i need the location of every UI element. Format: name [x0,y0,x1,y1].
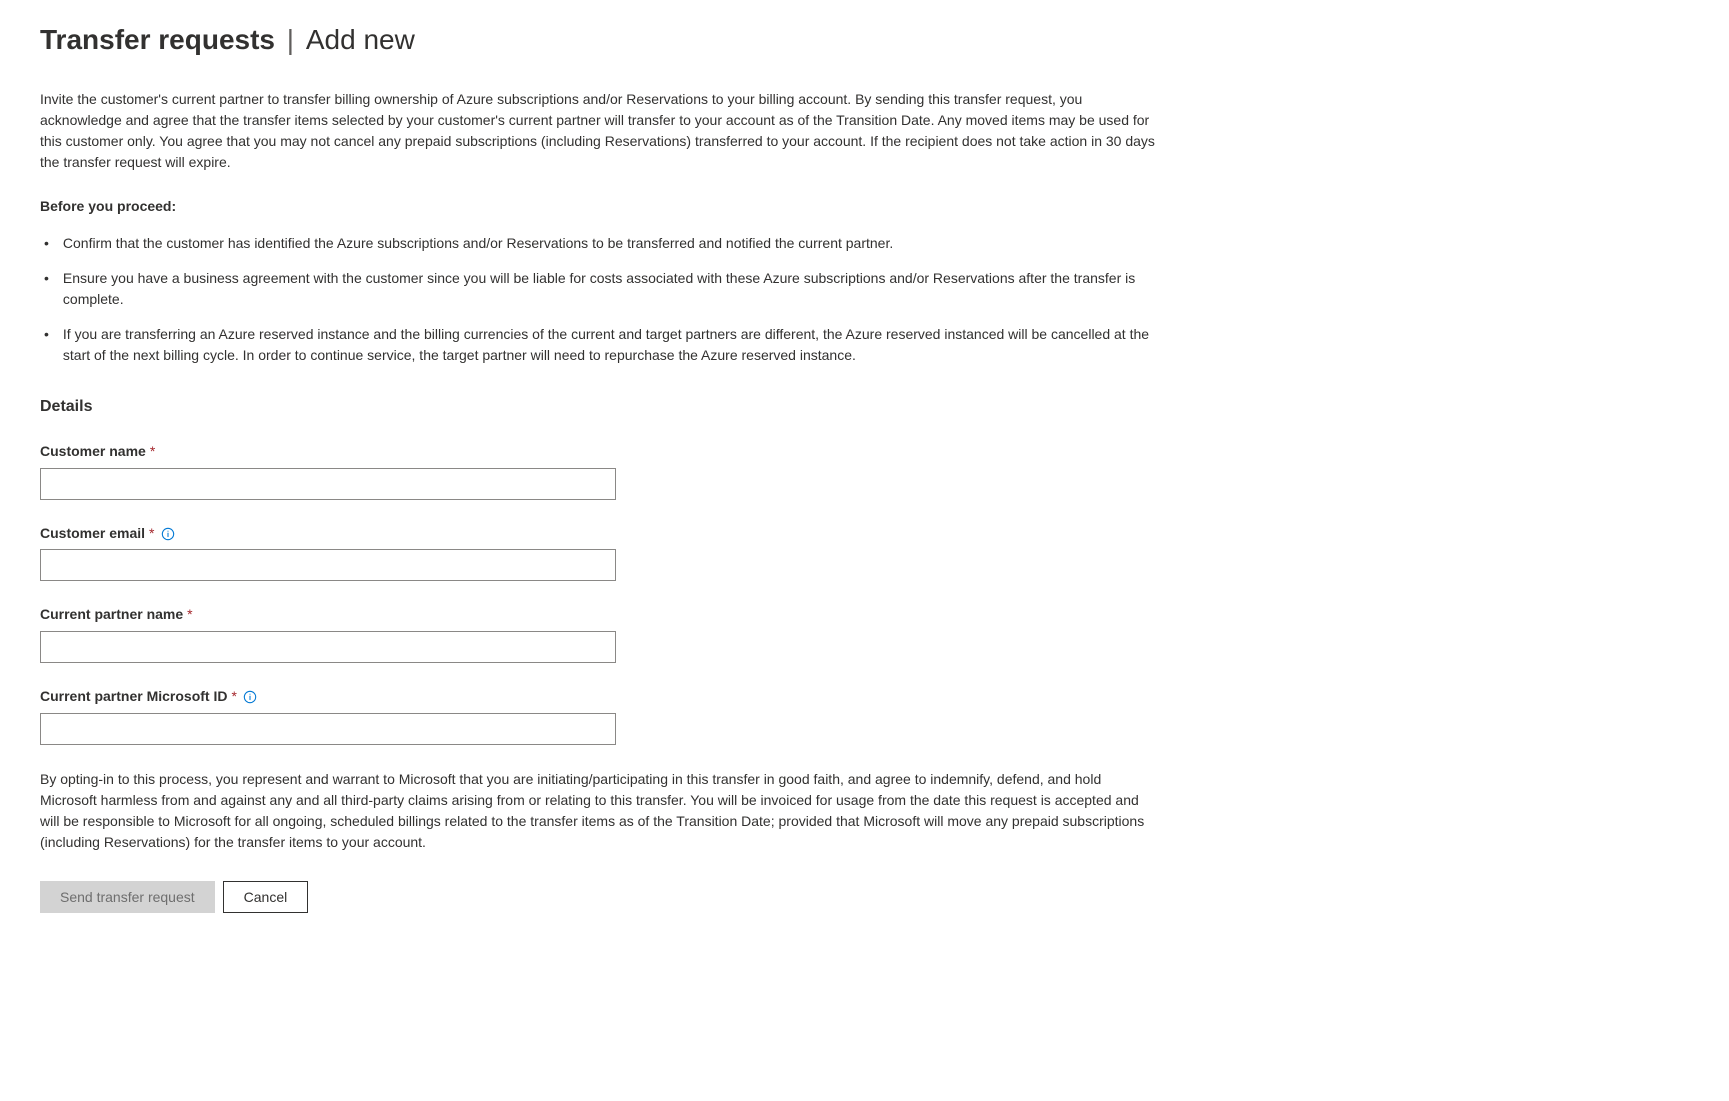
customer-email-input[interactable] [40,549,616,581]
send-transfer-request-button[interactable]: Send transfer request [40,881,215,913]
bullet-text: If you are transferring an Azure reserve… [63,324,1160,366]
customer-email-label: Customer email [40,524,145,544]
before-proceed-bullets: Confirm that the customer has identified… [40,233,1160,366]
info-icon[interactable] [243,690,257,704]
title-separator: | [279,24,302,55]
customer-name-input[interactable] [40,468,616,500]
bullet-text: Confirm that the customer has identified… [63,233,893,254]
partner-msid-label: Current partner Microsoft ID [40,687,227,707]
bullet-text: Ensure you have a business agreement wit… [63,268,1160,310]
cancel-button[interactable]: Cancel [223,881,309,913]
details-heading: Details [40,396,1689,418]
page-title-main: Transfer requests [40,24,275,55]
bullet-item: Confirm that the customer has identified… [40,233,1160,254]
field-label-row: Customer email * [40,524,1689,544]
required-asterisk: * [149,524,154,544]
bullet-item: Ensure you have a business agreement wit… [40,268,1160,310]
required-asterisk: * [187,605,192,625]
partner-name-input[interactable] [40,631,616,663]
intro-text: Invite the customer's current partner to… [40,89,1160,173]
partner-name-field-group: Current partner name * [40,605,1689,663]
info-icon[interactable] [161,527,175,541]
customer-email-field-group: Customer email * [40,524,1689,582]
disclaimer-text: By opting-in to this process, you repres… [40,769,1160,853]
partner-msid-field-group: Current partner Microsoft ID * [40,687,1689,745]
before-proceed-label: Before you proceed: [40,197,1689,217]
field-label-row: Current partner name * [40,605,1689,625]
customer-name-field-group: Customer name * [40,442,1689,500]
page-header: Transfer requests | Add new [40,20,1689,59]
page-title: Transfer requests | Add new [40,20,1689,59]
partner-msid-input[interactable] [40,713,616,745]
bullet-item: If you are transferring an Azure reserve… [40,324,1160,366]
button-row: Send transfer request Cancel [40,881,1689,913]
partner-name-label: Current partner name [40,605,183,625]
required-asterisk: * [150,442,155,462]
field-label-row: Customer name * [40,442,1689,462]
page-title-sub: Add new [306,24,415,55]
customer-name-label: Customer name [40,442,146,462]
required-asterisk: * [231,687,236,707]
field-label-row: Current partner Microsoft ID * [40,687,1689,707]
